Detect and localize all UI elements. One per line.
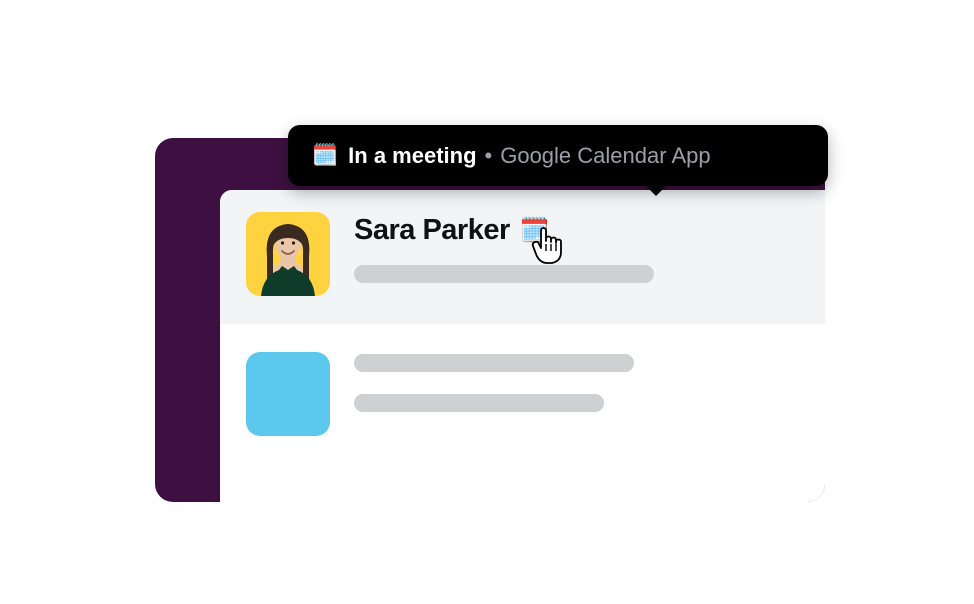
messages-panel: Sara Parker 🗓️	[220, 190, 825, 502]
message-text-placeholder	[354, 354, 634, 372]
status-emoji-button[interactable]: 🗓️	[520, 219, 550, 243]
message-content: Sara Parker 🗓️	[354, 212, 795, 283]
status-tooltip: 🗓️ In a meeting • Google Calendar App	[288, 125, 828, 186]
avatar[interactable]	[246, 352, 330, 436]
message-text-placeholder	[354, 265, 654, 283]
calendar-icon: 🗓️	[520, 219, 550, 243]
calendar-icon: 🗓️	[312, 144, 338, 168]
avatar-image	[249, 216, 327, 296]
message-row[interactable]: Sara Parker 🗓️	[220, 190, 825, 324]
avatar[interactable]	[246, 212, 330, 296]
tooltip-separator: •	[485, 143, 493, 169]
tooltip-source-text: Google Calendar App	[500, 143, 710, 169]
user-name-line: Sara Parker 🗓️	[354, 214, 795, 247]
message-text-placeholder	[354, 394, 604, 412]
tooltip-status-text: In a meeting	[348, 143, 476, 169]
message-row[interactable]	[220, 324, 825, 458]
message-content	[354, 352, 795, 412]
app-window: Sara Parker 🗓️	[155, 138, 825, 502]
user-name[interactable]: Sara Parker	[354, 214, 510, 247]
